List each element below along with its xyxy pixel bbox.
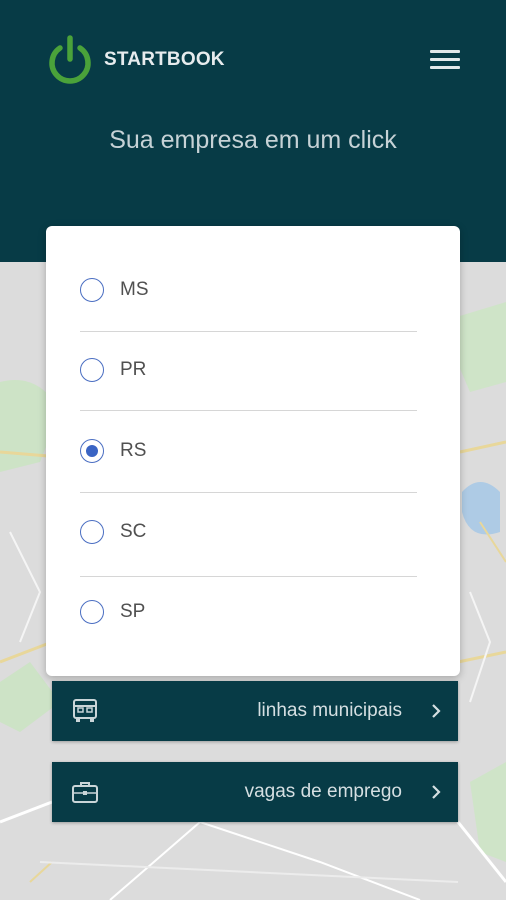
app-header: STARTBOOK Sua empresa em um click [0,0,506,262]
radio-option-sc[interactable]: SC [80,491,416,572]
radio-label: RS [120,440,147,461]
hamburger-menu-icon[interactable] [430,50,460,72]
button-label: vagas de emprego [244,781,402,802]
bus-icon [73,699,97,722]
brand-name: STARTBOOK [104,49,225,70]
chevron-right-icon [432,785,441,799]
radio-option-ms[interactable]: MS [80,249,416,330]
radio-label: MS [120,279,149,300]
radio-option-sp[interactable]: SP [80,571,416,652]
radio-button[interactable] [80,358,104,382]
radio-option-pr[interactable]: PR [80,329,416,410]
radio-button[interactable] [80,600,104,624]
tagline: Sua empresa em um click [109,126,397,154]
vagas-de-emprego-button[interactable]: vagas de emprego [52,762,458,822]
radio-option-rs[interactable]: RS [80,410,416,491]
radio-label: SP [120,601,146,622]
radio-label: PR [120,359,147,380]
radio-button[interactable] [80,520,104,544]
power-logo-icon [49,35,91,84]
chevron-right-icon [432,704,441,718]
button-label: linhas municipais [257,700,402,721]
linhas-municipais-button[interactable]: linhas municipais [52,681,458,741]
briefcase-icon [72,782,98,803]
state-select-dialog: MS PR RS SC SP [46,226,460,676]
radio-label: SC [120,521,147,542]
radio-button-selected[interactable] [80,439,104,463]
radio-button[interactable] [80,278,104,302]
